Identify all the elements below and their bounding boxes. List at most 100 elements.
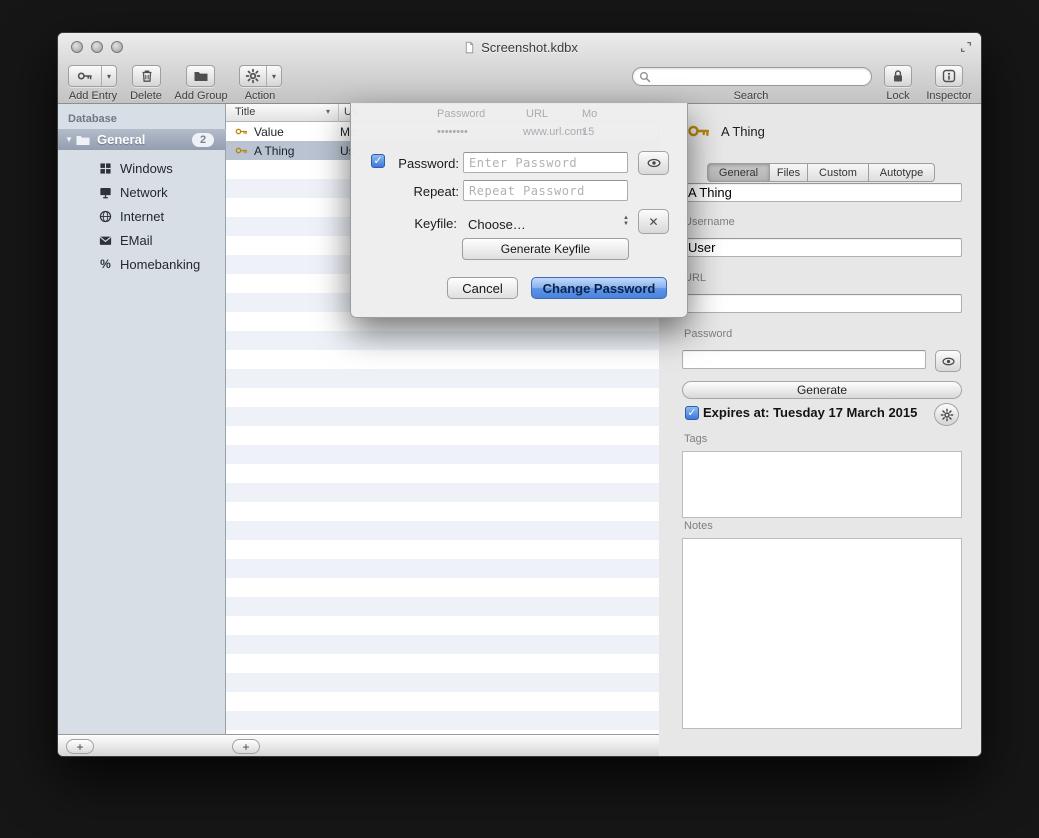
search-icon <box>638 70 652 84</box>
clear-keyfile-button[interactable]: ✕ <box>638 209 669 234</box>
percent-icon: % <box>98 257 113 271</box>
dialog-keyfile-label: Keyfile: <box>377 216 457 231</box>
dimmed-column-modified: Mo <box>582 108 597 120</box>
action-menu-arrow-icon[interactable]: ▾ <box>266 66 281 86</box>
eye-icon <box>941 354 956 369</box>
key-plus-icon <box>77 68 93 84</box>
eye-icon <box>646 155 662 171</box>
document-icon <box>463 40 476 55</box>
search-input[interactable] <box>655 69 865 84</box>
group-sidebar: Database ▼ General 2 Windows Network <box>58 104 226 757</box>
change-password-button[interactable]: Change Password <box>531 277 667 299</box>
inspector-label: Inspector <box>919 90 979 102</box>
desktop-background: Screenshot.kdbx ▾ Add Entry Delete Add G… <box>0 0 1039 838</box>
titlebar[interactable]: Screenshot.kdbx <box>58 33 982 61</box>
tab-autotype[interactable]: Autotype <box>869 163 935 182</box>
add-entry-button[interactable]: ▾ <box>68 65 117 87</box>
inspector-tabs: General Files Custom Autotype <box>707 163 935 182</box>
globe-icon <box>98 209 113 224</box>
dimmed-column-url: URL <box>526 108 548 120</box>
inspector-panel-icon <box>941 68 957 84</box>
expires-settings-button[interactable] <box>934 403 959 426</box>
title-field[interactable] <box>682 183 962 202</box>
dimmed-cell-password: •••••••• <box>437 126 468 138</box>
delete-button[interactable] <box>132 65 161 87</box>
sidebar-item-windows[interactable]: Windows <box>58 156 226 180</box>
database-section-header: Database <box>68 113 117 125</box>
group-label: General <box>97 132 145 147</box>
envelope-icon <box>98 233 113 248</box>
notes-label: Notes <box>684 520 713 532</box>
password-label: Password <box>684 328 732 340</box>
sidebar-bottom-bar: + <box>58 734 226 757</box>
windows-icon <box>98 161 113 176</box>
folder-plus-icon <box>193 68 209 84</box>
key-icon <box>235 125 248 138</box>
username-field[interactable] <box>682 238 962 257</box>
tab-files[interactable]: Files <box>770 163 808 182</box>
sidebar-group-general[interactable]: ▼ General 2 <box>58 129 226 150</box>
generate-keyfile-button[interactable]: Generate Keyfile <box>462 238 629 260</box>
add-entry-label: Add Entry <box>62 90 124 102</box>
add-entry-menu-arrow-icon[interactable]: ▾ <box>101 66 116 86</box>
expires-label: Expires at: Tuesday 17 March 2015 <box>703 405 917 420</box>
url-field[interactable] <box>682 294 962 313</box>
username-label: Username <box>684 216 735 228</box>
reveal-new-password-button[interactable] <box>638 151 669 175</box>
reveal-password-button[interactable] <box>935 350 961 372</box>
dimmed-cell-url: www.url.com <box>523 126 585 138</box>
gear-icon <box>245 68 261 84</box>
tags-field[interactable] <box>682 451 962 518</box>
action-label: Action <box>230 90 290 102</box>
column-divider[interactable] <box>338 104 339 122</box>
notes-field[interactable] <box>682 538 962 729</box>
add-group-button[interactable] <box>186 65 215 87</box>
tab-custom[interactable]: Custom <box>808 163 869 182</box>
cancel-button[interactable]: Cancel <box>447 277 518 299</box>
network-icon <box>98 185 113 200</box>
sidebar-item-homebanking[interactable]: % Homebanking <box>58 252 226 276</box>
keyfile-popup-value: Choose… <box>468 217 526 232</box>
inspector-panel: A Thing General Files Custom Autotype Us… <box>659 104 982 757</box>
new-password-input[interactable] <box>463 152 628 173</box>
lock-button[interactable] <box>884 65 912 87</box>
action-button[interactable]: ▾ <box>239 65 282 87</box>
add-group-label: Add Group <box>166 90 236 102</box>
window-chrome: Screenshot.kdbx ▾ Add Entry Delete Add G… <box>58 33 982 104</box>
password-field[interactable] <box>682 350 926 369</box>
window-title: Screenshot.kdbx <box>481 40 578 55</box>
column-header-title[interactable]: Title <box>235 106 255 118</box>
add-group-plus-button[interactable]: + <box>66 739 94 754</box>
entry-list-bottom-bar: + <box>226 734 659 757</box>
folder-icon <box>75 132 91 148</box>
sidebar-item-email[interactable]: EMail <box>58 228 226 252</box>
tab-general[interactable]: General <box>707 163 770 182</box>
entry-key-icon <box>687 119 711 143</box>
inspector-button[interactable] <box>935 65 963 87</box>
close-icon: ✕ <box>648 215 658 229</box>
window-title-group: Screenshot.kdbx <box>58 33 982 61</box>
dialog-password-label: Password: <box>379 156 459 171</box>
lock-icon <box>890 68 906 84</box>
entry-count-badge: 2 <box>192 133 214 147</box>
expires-checkbox[interactable]: ✓ <box>685 406 699 420</box>
change-password-dialog: Password URL Mo •••••••• www.url.com 15 … <box>350 103 688 318</box>
disclosure-triangle-icon[interactable]: ▼ <box>65 135 75 144</box>
toolbar: ▾ Add Entry Delete Add Group ▾ Action <box>58 61 982 104</box>
add-entry-plus-button[interactable]: + <box>232 739 260 754</box>
popup-stepper-icon: ▲ ▼ <box>623 215 629 227</box>
repeat-password-input[interactable] <box>463 180 628 201</box>
key-icon <box>235 144 248 157</box>
fullscreen-icon[interactable] <box>959 40 973 54</box>
keyfile-popup-button[interactable]: Choose… ▲ ▼ <box>463 213 631 235</box>
generate-password-button[interactable]: Generate <box>682 381 962 399</box>
tags-label: Tags <box>684 433 707 445</box>
sidebar-item-internet[interactable]: Internet <box>58 204 226 228</box>
search-label: Search <box>721 90 781 102</box>
trash-icon <box>139 68 155 84</box>
dimmed-cell-modified: 15 <box>582 126 594 138</box>
sidebar-item-network[interactable]: Network <box>58 180 226 204</box>
gear-icon <box>940 408 954 422</box>
inspector-entry-title: A Thing <box>721 124 765 139</box>
sort-descending-icon[interactable]: ▾ <box>326 107 330 116</box>
